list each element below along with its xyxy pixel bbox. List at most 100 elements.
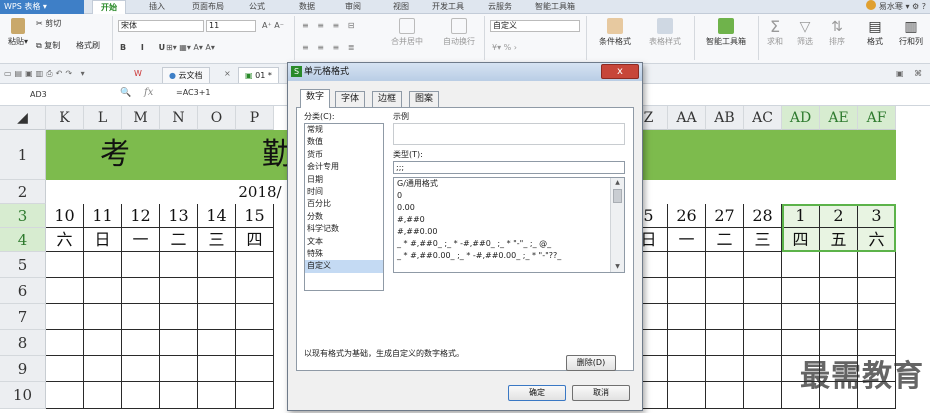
category-item[interactable]: 科学记数	[305, 223, 383, 235]
empty-cell[interactable]	[198, 382, 236, 409]
dialog-title-bar[interactable]: S 单元格格式	[288, 63, 642, 81]
day-number-cell[interactable]: 14	[198, 204, 236, 228]
column-header-m[interactable]: M	[122, 106, 160, 130]
category-list[interactable]: 常规 数值 货币 会计专用 日期 时间 百分比 分数 科学记数 文本 特殊 自定义	[304, 123, 384, 291]
empty-cell[interactable]	[160, 252, 198, 278]
empty-cell[interactable]	[236, 278, 274, 304]
empty-cell[interactable]	[198, 304, 236, 330]
day-number-cell[interactable]: 27	[706, 204, 744, 228]
tab-smart-toolbox[interactable]: 智能工具箱	[526, 0, 584, 14]
empty-cell[interactable]	[668, 278, 706, 304]
empty-cell[interactable]	[122, 356, 160, 382]
empty-cell[interactable]	[46, 304, 84, 330]
row-header-9[interactable]: 9	[0, 356, 46, 382]
type-list-item[interactable]: #,##0.00	[394, 226, 608, 238]
cut-button[interactable]: ✂ 剪切	[36, 18, 61, 30]
empty-cell[interactable]	[198, 252, 236, 278]
empty-cell[interactable]	[706, 356, 744, 382]
weekday-cell[interactable]: 四	[236, 228, 274, 252]
row-header-3[interactable]: 3	[0, 204, 46, 228]
weekday-cell[interactable]: 一	[122, 228, 160, 252]
close-icon[interactable]: x	[601, 64, 639, 79]
type-list-item[interactable]: 0	[394, 190, 608, 202]
doc-tab-01[interactable]: ▣ 01 *	[238, 67, 279, 83]
type-list-scrollbar[interactable]: ▲ ▼	[610, 178, 624, 272]
empty-cell[interactable]	[744, 278, 782, 304]
column-header-aa[interactable]: AA	[668, 106, 706, 130]
copy-button[interactable]: ⧉ 复制	[36, 40, 60, 52]
empty-cell[interactable]	[820, 252, 858, 278]
empty-cell[interactable]	[84, 382, 122, 409]
tab-home[interactable]: 开始	[92, 0, 126, 14]
date-cell[interactable]: 2018/	[230, 180, 290, 204]
empty-cell[interactable]	[782, 252, 820, 278]
align-top-icons[interactable]: ≡ ≡ ≡ ⊟	[302, 20, 357, 32]
empty-cell[interactable]	[46, 278, 84, 304]
formula-input[interactable]: =AC3+1	[176, 88, 211, 97]
column-header-k[interactable]: K	[46, 106, 84, 130]
delete-button[interactable]: 删除(D)	[566, 355, 616, 371]
empty-cell[interactable]	[122, 278, 160, 304]
empty-cell[interactable]	[820, 304, 858, 330]
empty-cell[interactable]	[46, 252, 84, 278]
category-item[interactable]: 特殊	[305, 248, 383, 260]
empty-cell[interactable]	[198, 278, 236, 304]
scroll-up-icon[interactable]: ▲	[611, 178, 624, 188]
tab-insert[interactable]: 插入	[140, 0, 174, 14]
column-header-ad[interactable]: AD	[782, 106, 820, 130]
help-icon[interactable]: ?	[922, 2, 926, 11]
day-number-cell[interactable]: 11	[84, 204, 122, 228]
empty-cell[interactable]	[668, 382, 706, 409]
day-number-cell[interactable]: 10	[46, 204, 84, 228]
weekday-cell[interactable]: 日	[84, 228, 122, 252]
empty-cell[interactable]	[706, 304, 744, 330]
empty-cell[interactable]	[744, 304, 782, 330]
bold-italic-underline-buttons[interactable]: B I U	[120, 42, 171, 54]
empty-cell[interactable]	[858, 304, 896, 330]
empty-cell[interactable]	[668, 330, 706, 356]
zoom-icon[interactable]: 🔍	[120, 88, 131, 98]
empty-cell[interactable]	[744, 382, 782, 409]
scroll-thumb[interactable]	[613, 189, 622, 203]
row-header-6[interactable]: 6	[0, 278, 46, 304]
column-header-ae[interactable]: AE	[820, 106, 858, 130]
table-style-button[interactable]: 表格样式	[640, 18, 690, 47]
empty-cell[interactable]	[744, 356, 782, 382]
empty-cell[interactable]	[820, 278, 858, 304]
empty-cell[interactable]	[744, 252, 782, 278]
row-header-7[interactable]: 7	[0, 304, 46, 330]
column-header-n[interactable]: N	[160, 106, 198, 130]
empty-cell[interactable]	[160, 356, 198, 382]
border-icon[interactable]: ⊞▾ ▦▾ A▾ A▾	[166, 42, 215, 54]
paste-button[interactable]: 粘贴▾	[4, 18, 32, 47]
tab-pattern[interactable]: 图案	[409, 91, 440, 107]
font-grow-icon[interactable]: A⁺ A⁻	[262, 20, 284, 32]
column-header-o[interactable]: O	[198, 106, 236, 130]
app-menu-button[interactable]: WPS 表格 ▾	[0, 0, 84, 14]
cancel-button[interactable]: 取消	[572, 385, 630, 401]
align-icons[interactable]: ≡ ≡ ≡ ≣	[302, 42, 357, 54]
type-list-item[interactable]: #,##0	[394, 214, 608, 226]
empty-cell[interactable]	[744, 330, 782, 356]
category-item[interactable]: 时间	[305, 186, 383, 198]
weekday-cell[interactable]: 二	[706, 228, 744, 252]
category-item[interactable]: 常规	[305, 124, 383, 136]
weekday-cell[interactable]: 三	[744, 228, 782, 252]
category-item[interactable]: 分数	[305, 211, 383, 223]
empty-cell[interactable]	[198, 356, 236, 382]
empty-cell[interactable]	[236, 382, 274, 409]
type-list[interactable]: G/通用格式 0 0.00 #,##0 #,##0.00 _ * #,##0_ ;_ * …	[393, 177, 625, 273]
tab-data[interactable]: 数据	[290, 0, 324, 14]
format-button[interactable]: ▤ 格式	[860, 18, 890, 47]
window-icons[interactable]: ▣ ⌘	[896, 68, 926, 80]
empty-cell[interactable]	[160, 304, 198, 330]
tab-page-layout[interactable]: 页面布局	[186, 0, 230, 14]
empty-cell[interactable]	[858, 252, 896, 278]
category-item[interactable]: 自定义	[305, 260, 383, 273]
empty-cell[interactable]	[236, 252, 274, 278]
smart-toolbox-button[interactable]: 智能工具箱	[700, 18, 752, 47]
empty-cell[interactable]	[668, 252, 706, 278]
weekday-cell[interactable]: 一	[668, 228, 706, 252]
settings-icon[interactable]: ⚙	[912, 2, 919, 11]
column-header-af[interactable]: AF	[858, 106, 896, 130]
